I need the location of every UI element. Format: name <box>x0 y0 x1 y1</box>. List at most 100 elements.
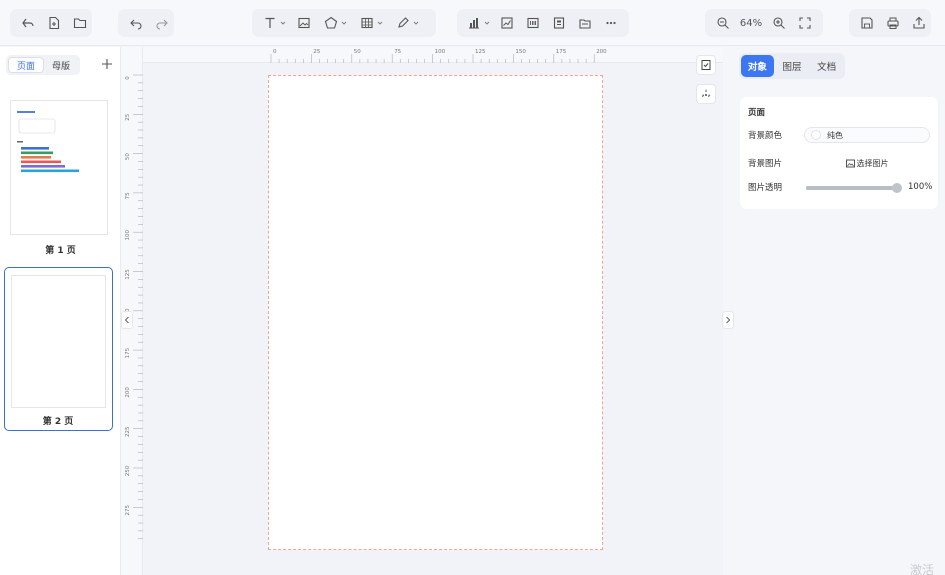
ruler-label: 25 <box>125 113 131 120</box>
thumb-bar-mark <box>21 165 65 168</box>
bg-color-label: 背景颜色 <box>748 131 783 141</box>
ruler-label: 150 <box>515 49 526 55</box>
ruler-label: 125 <box>125 269 131 280</box>
line-chart-icon[interactable] <box>495 11 519 35</box>
chevron-down-icon <box>413 21 418 25</box>
zoom-in-icon[interactable] <box>767 11 791 35</box>
qrcode-icon[interactable] <box>547 11 571 35</box>
more-icon[interactable] <box>599 11 623 35</box>
ruler-label: 200 <box>596 49 607 55</box>
top-toolbar: 64% <box>0 0 945 46</box>
magic-button[interactable] <box>696 84 716 104</box>
folder-icon[interactable] <box>68 11 92 35</box>
back-icon[interactable] <box>16 11 40 35</box>
tab-object[interactable]: 对象 <box>741 55 774 77</box>
properties-tabs: 对象 图层 文档 <box>739 53 845 79</box>
thumb-chart-title-mark <box>17 141 23 143</box>
page-thumbnail-2[interactable]: 第 2 页 <box>4 267 113 431</box>
activation-watermark: 激活 W <box>910 563 935 575</box>
bg-color-picker[interactable]: 纯色 <box>804 127 930 143</box>
horizontal-ruler: 0 25 50 75 100 125 150 175 200 <box>143 47 723 63</box>
text-icon <box>265 17 274 28</box>
pages-panel: 页面 母版 第 1 页 第 2 页 <box>0 47 121 575</box>
checklist-icon <box>701 60 711 70</box>
table-tool-button[interactable] <box>354 11 388 35</box>
design-canvas[interactable] <box>143 63 723 575</box>
tab-pages[interactable]: 页面 <box>8 57 44 73</box>
ruler-label: 275 <box>125 505 131 516</box>
page-thumbnail-1-preview <box>17 111 79 173</box>
text-tool-button[interactable] <box>258 11 290 35</box>
chart-tool-button[interactable] <box>463 11 493 35</box>
print-icon[interactable] <box>881 11 905 35</box>
zoom-level[interactable]: 64% <box>737 18 765 29</box>
ruler-label: 75 <box>394 49 401 55</box>
table-icon <box>360 17 373 29</box>
pen-icon <box>397 17 409 28</box>
select-image-button[interactable]: 选择图片 <box>804 155 930 171</box>
thumb-bar-mark <box>21 160 61 164</box>
zoom-toolbar-group: 64% <box>705 9 823 37</box>
checklist-button[interactable] <box>696 55 716 75</box>
bg-color-value: 纯色 <box>827 130 843 140</box>
ruler-label: 225 <box>125 426 131 437</box>
page-thumbnail-1[interactable] <box>10 100 108 235</box>
opacity-label: 图片透明 <box>748 183 783 193</box>
canvas-page[interactable] <box>268 75 603 550</box>
tab-layers[interactable]: 图层 <box>776 55 809 77</box>
ruler-label: 175 <box>556 49 567 55</box>
output-toolbar-group <box>849 9 931 37</box>
page-thumbnail-2-preview <box>11 275 106 408</box>
ruler-label: 175 <box>125 347 131 358</box>
add-page-icon[interactable] <box>100 57 114 71</box>
image-icon[interactable] <box>292 11 316 35</box>
opacity-slider[interactable] <box>806 183 902 193</box>
collapse-left-panel-button[interactable] <box>121 311 133 329</box>
ruler-label: 0 <box>273 49 277 55</box>
ruler-label: 0 <box>125 76 131 80</box>
ruler-label: 50 <box>354 49 361 55</box>
ruler-label: 25 <box>313 49 320 55</box>
redo-icon[interactable] <box>150 11 174 35</box>
bg-image-label: 背景图片 <box>748 159 783 169</box>
ruler-label: 75 <box>125 192 131 199</box>
chevron-down-icon <box>341 21 346 25</box>
opacity-slider-fill <box>806 186 898 190</box>
barcode-icon[interactable] <box>521 11 545 35</box>
ruler-label: 50 <box>125 153 131 160</box>
chevron-down-icon <box>484 21 489 25</box>
page-label-2: 第 2 页 <box>42 417 74 427</box>
chart-toolbar-group <box>457 9 629 37</box>
thumb-bar-mark <box>21 169 79 173</box>
export-icon[interactable] <box>907 11 931 35</box>
shape-tool-button[interactable] <box>318 11 352 35</box>
collapse-right-panel-button[interactable] <box>722 311 734 329</box>
thumb-bar-mark <box>21 147 49 150</box>
insert-toolbar-group <box>252 9 436 37</box>
undo-icon[interactable] <box>124 11 148 35</box>
tab-master[interactable]: 母版 <box>44 57 78 73</box>
pen-tool-button[interactable] <box>390 11 424 35</box>
tab-document[interactable]: 文档 <box>810 55 843 77</box>
chevron-left-icon <box>124 316 129 324</box>
ruler-label: 200 <box>125 387 131 398</box>
history-toolbar-group <box>118 9 174 37</box>
zoom-out-icon[interactable] <box>711 11 735 35</box>
shape-icon <box>324 16 337 29</box>
ruler-label: 125 <box>475 49 486 55</box>
new-file-icon[interactable] <box>42 11 66 35</box>
ruler-label: 100 <box>435 49 446 55</box>
fit-screen-icon[interactable] <box>793 11 817 35</box>
thumb-bar-mark <box>21 156 51 159</box>
save-icon[interactable] <box>855 11 879 35</box>
opacity-slider-handle[interactable] <box>892 183 902 193</box>
thumb-bar-mark <box>21 151 53 155</box>
section-title: 页面 <box>748 108 766 118</box>
chevron-down-icon <box>280 21 285 25</box>
component-icon[interactable] <box>573 11 597 35</box>
ruler-label: 100 <box>125 229 131 240</box>
bar-chart-icon <box>468 18 479 29</box>
chevron-down-icon <box>377 21 382 25</box>
color-swatch <box>811 130 821 140</box>
opacity-value: 100% <box>908 182 933 192</box>
